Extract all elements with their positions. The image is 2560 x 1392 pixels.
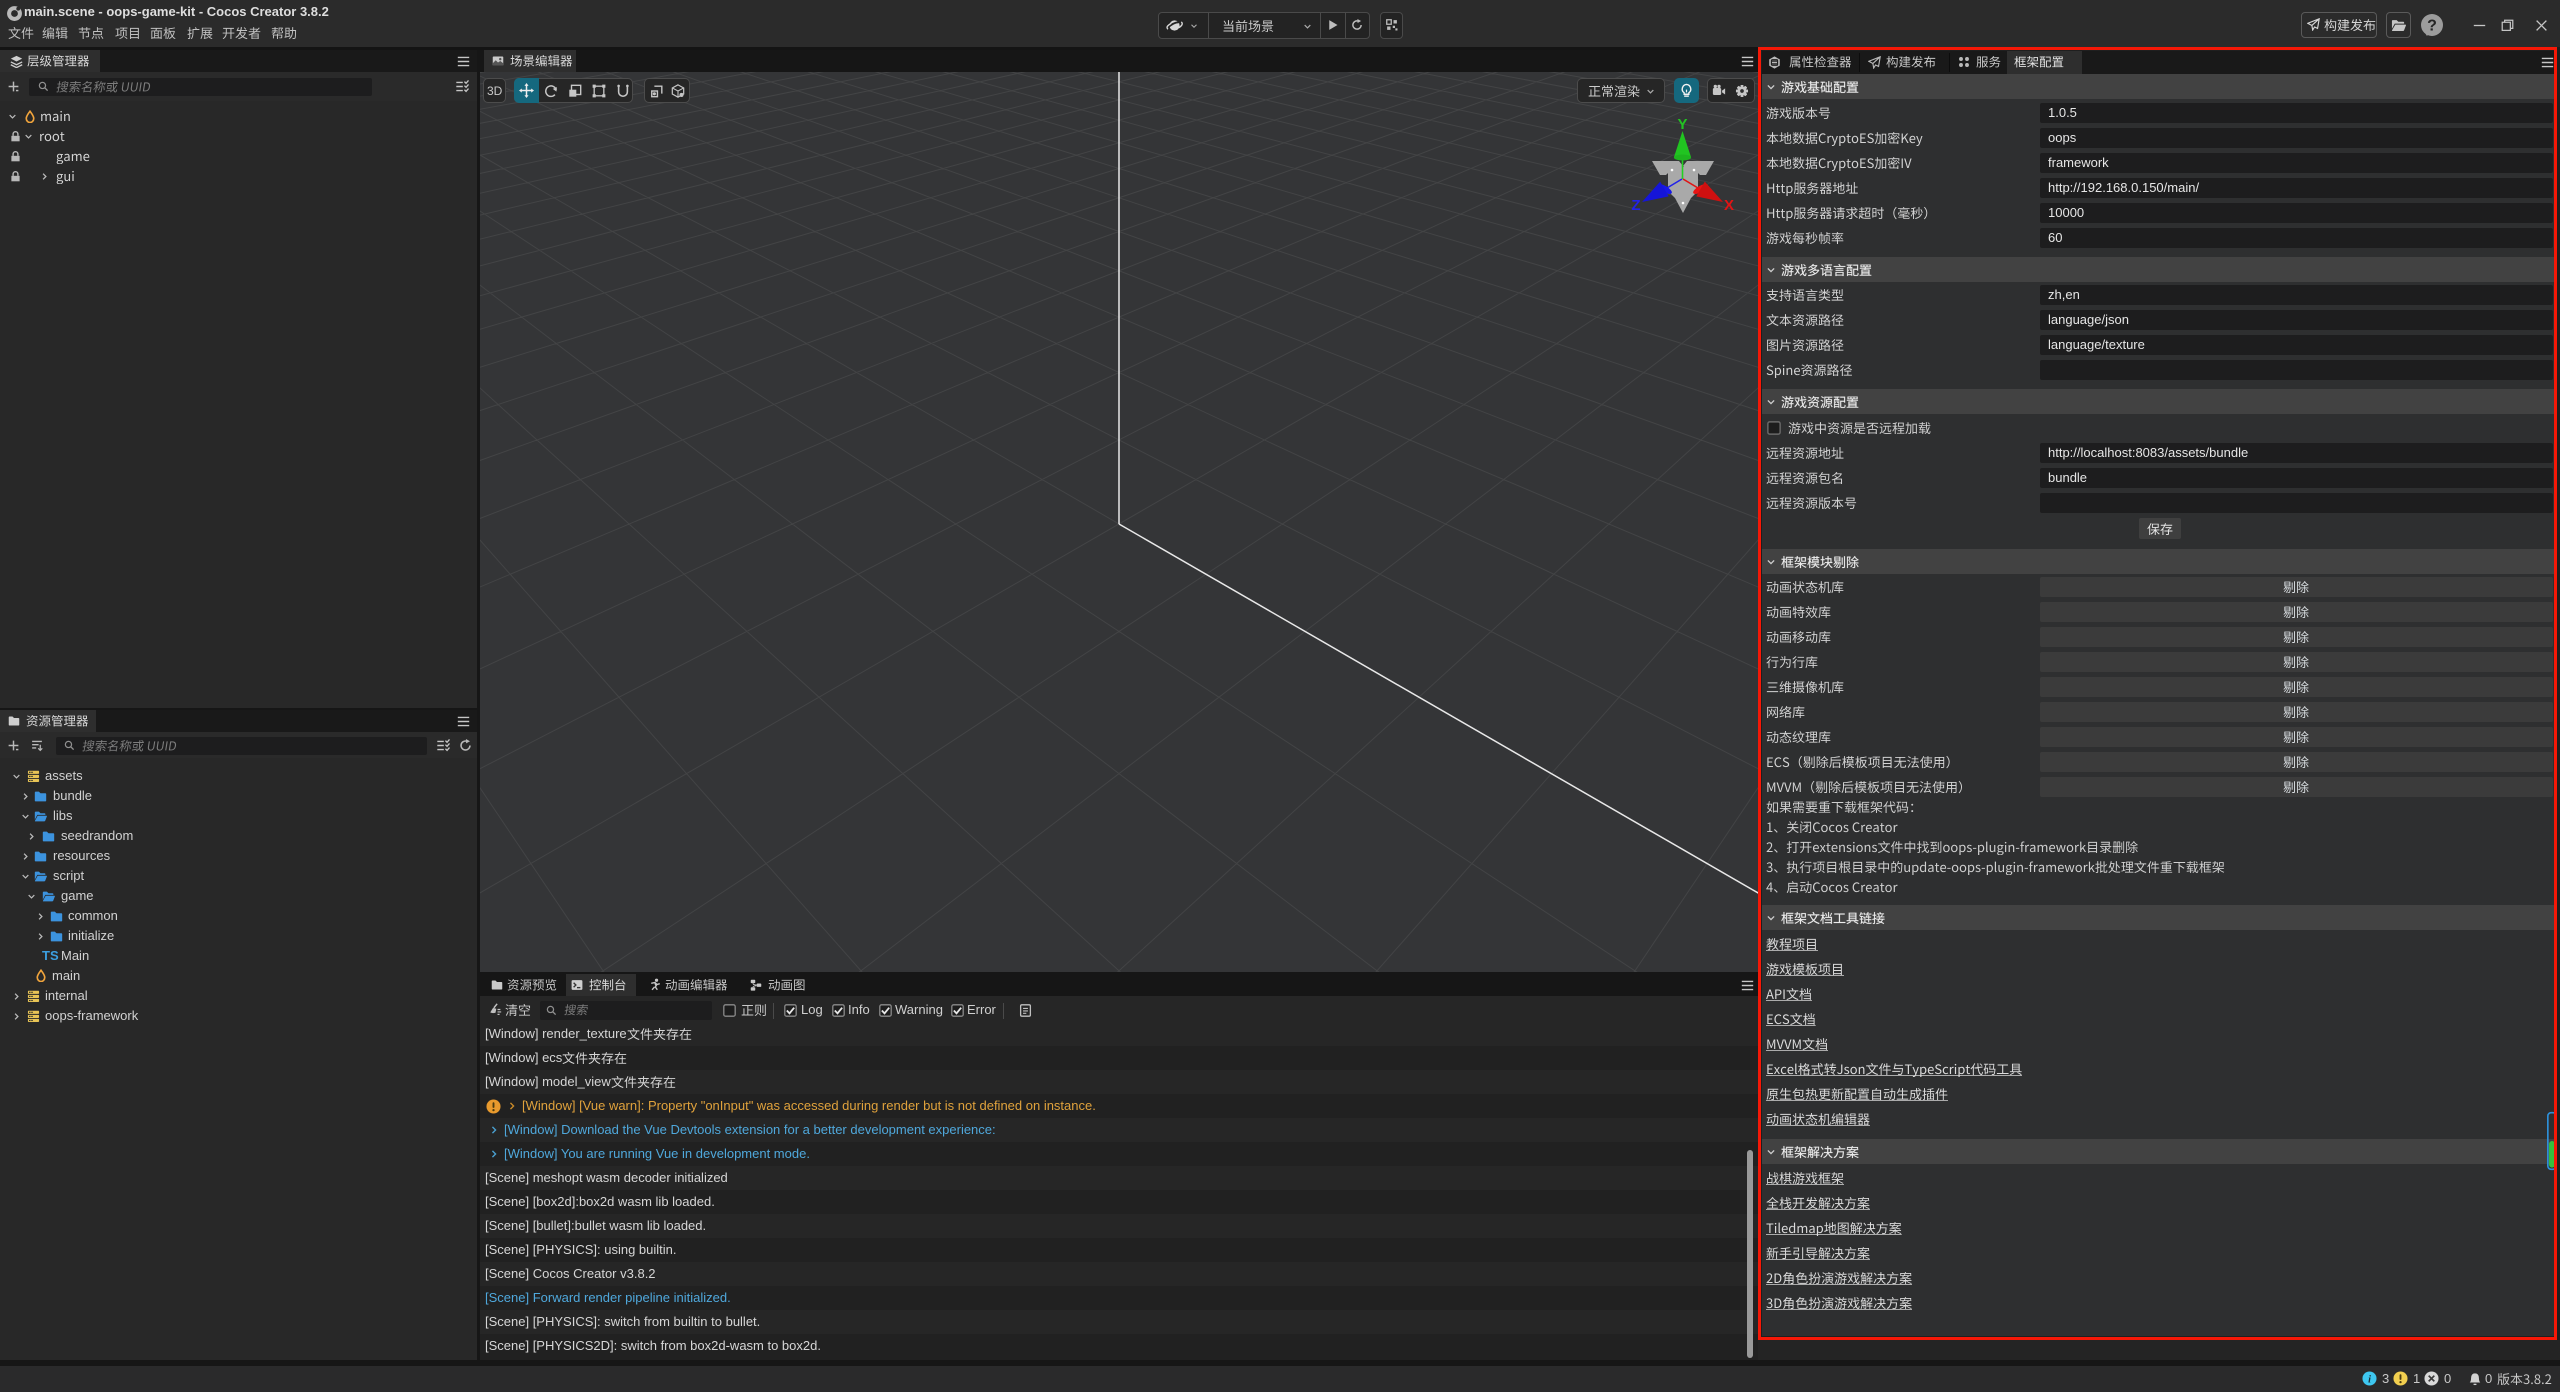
- svg-text:Z: Z: [1631, 197, 1640, 214]
- svg-text:Y: Y: [1677, 116, 1687, 133]
- svg-text:X: X: [1724, 197, 1734, 214]
- svg-text:i: i: [2368, 1374, 2371, 1385]
- svg-text:?: ?: [2427, 18, 2437, 35]
